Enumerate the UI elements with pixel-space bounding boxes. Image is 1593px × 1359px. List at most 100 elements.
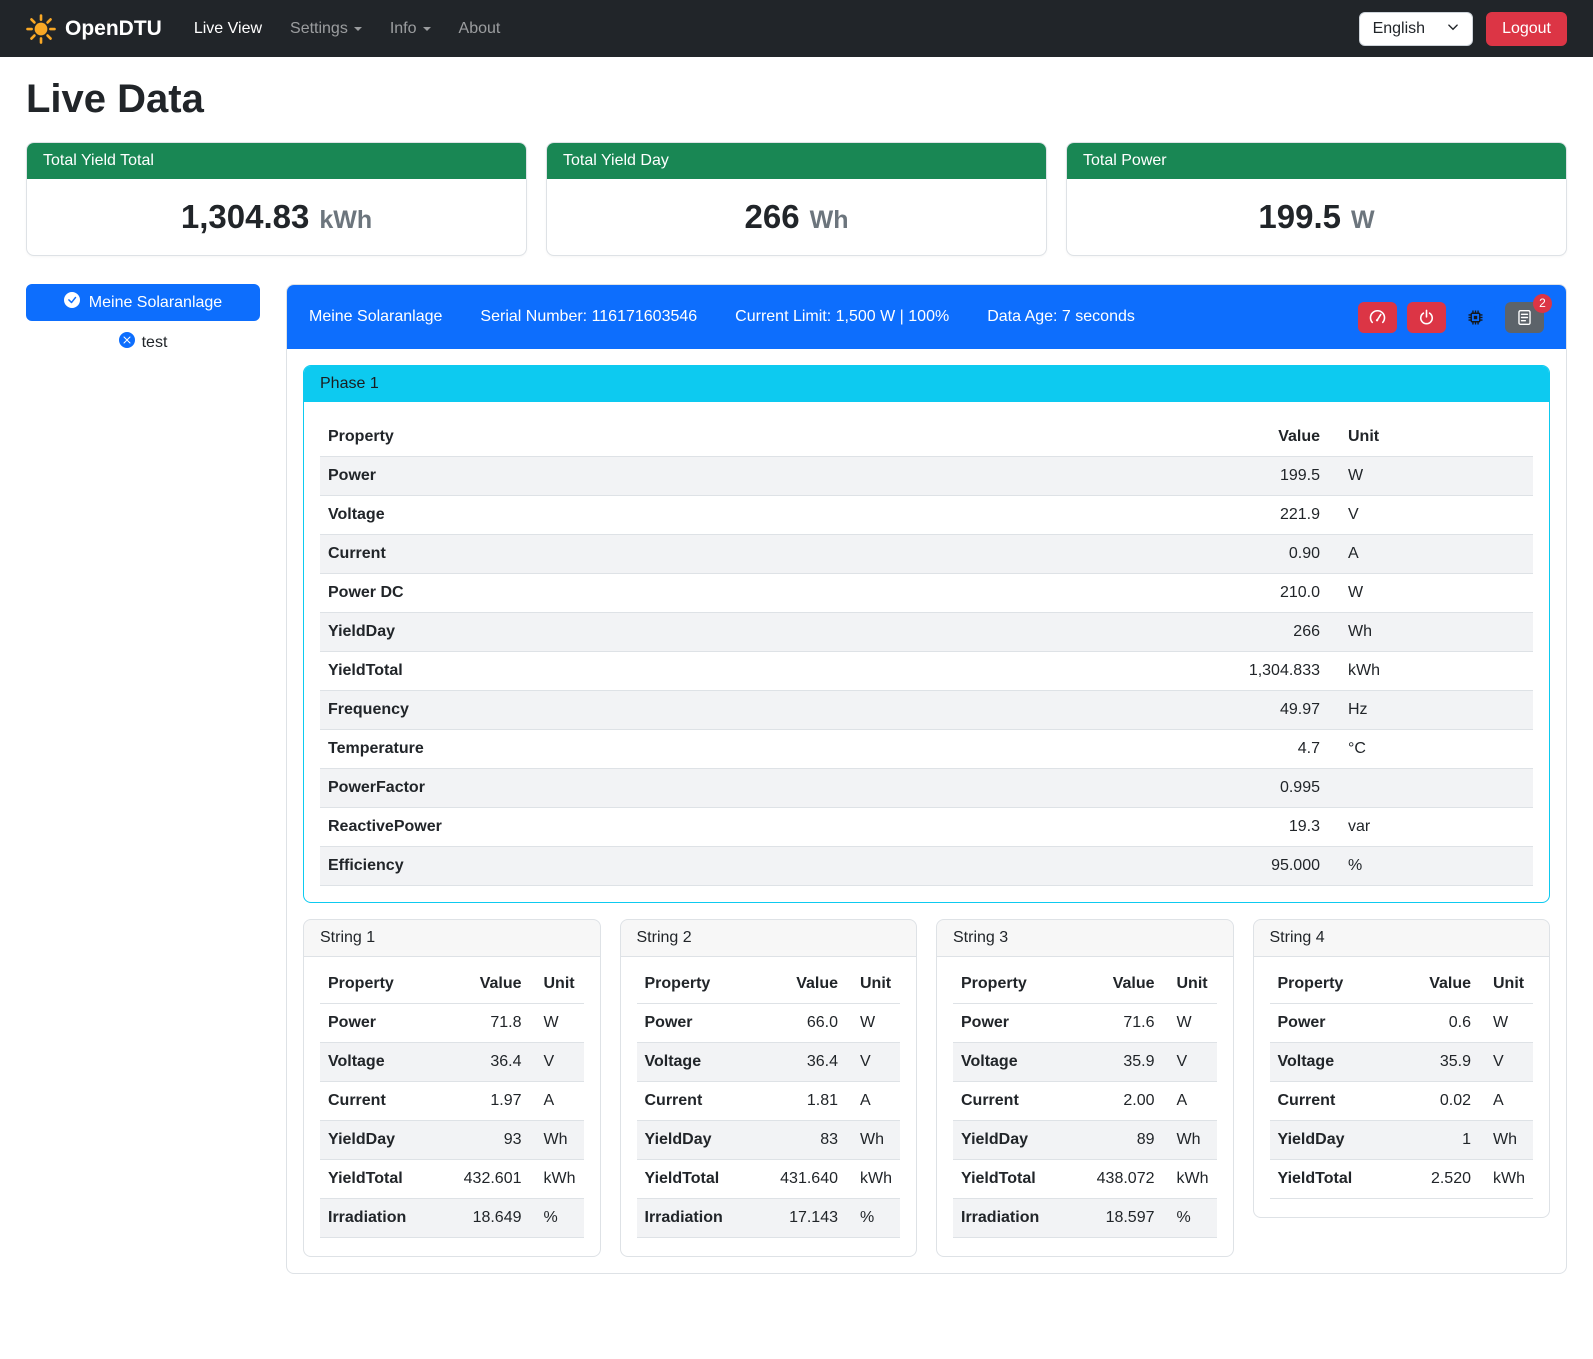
- journal-icon: [1516, 309, 1533, 326]
- cell-unit: Wh: [1163, 1121, 1217, 1160]
- top-navbar: OpenDTU Live View Settings Info About En…: [0, 0, 1593, 57]
- column-header-value: Value: [1089, 965, 1163, 1004]
- event-count-badge: 2: [1533, 294, 1552, 313]
- table-row: Current0.90A: [320, 535, 1533, 574]
- event-log-button[interactable]: 2: [1505, 302, 1544, 333]
- limit-settings-button[interactable]: [1358, 302, 1397, 333]
- power-toggle-button[interactable]: [1407, 302, 1446, 333]
- table-row: YieldTotal1,304.833kWh: [320, 652, 1533, 691]
- inverter-data-age: Data Age: 7 seconds: [987, 308, 1135, 326]
- cell-value: 431.640: [772, 1160, 846, 1199]
- cell-property: Power: [1270, 1004, 1408, 1043]
- cell-unit: W: [1163, 1004, 1217, 1043]
- string-card-body: Property Value Unit Power71.8WVoltage36.…: [304, 957, 600, 1256]
- page-title: Live Data: [26, 77, 1567, 122]
- cell-unit: A: [846, 1082, 900, 1121]
- cpu-icon: [1467, 309, 1484, 326]
- cell-unit: %: [530, 1199, 584, 1238]
- cell-value: 66.0: [772, 1004, 846, 1043]
- cell-property: Current: [637, 1082, 773, 1121]
- inverter-name: Meine Solaranlage: [309, 308, 442, 326]
- table-row: Irradiation17.143%: [637, 1199, 901, 1238]
- string-table-body: Power71.6WVoltage35.9VCurrent2.00AYieldD…: [953, 1004, 1217, 1238]
- cell-property: Current: [320, 535, 1178, 574]
- cell-value: 35.9: [1407, 1043, 1479, 1082]
- cell-unit: W: [530, 1004, 584, 1043]
- table-row: YieldDay89Wh: [953, 1121, 1217, 1160]
- power-icon: [1418, 309, 1435, 326]
- table-row: YieldDay266Wh: [320, 613, 1533, 652]
- summary-card-total-yield-total: Total Yield Total 1,304.83 kWh: [26, 142, 527, 256]
- logout-button[interactable]: Logout: [1486, 12, 1567, 46]
- string-1-card: String 1 Property Value Unit: [303, 919, 601, 1257]
- language-select[interactable]: English: [1359, 12, 1473, 46]
- cell-property: Voltage: [953, 1043, 1089, 1082]
- cell-value: 89: [1089, 1121, 1163, 1160]
- cell-property: Temperature: [320, 730, 1178, 769]
- summary-card-title: Total Yield Day: [547, 143, 1046, 179]
- cell-unit: %: [1163, 1199, 1217, 1238]
- table-row: Current0.02A: [1270, 1082, 1534, 1121]
- summary-card-unit: Wh: [810, 206, 849, 235]
- string-table-body: Power66.0WVoltage36.4VCurrent1.81AYieldD…: [637, 1004, 901, 1238]
- string-3-card: String 3 Property Value Unit: [936, 919, 1234, 1257]
- caret-down-icon: [354, 27, 362, 31]
- nav-item-live-view[interactable]: Live View: [180, 11, 276, 47]
- column-header-value: Value: [772, 965, 846, 1004]
- summary-card-value: 266: [745, 198, 800, 236]
- nav-item-label: Info: [390, 20, 417, 37]
- cell-unit: Wh: [846, 1121, 900, 1160]
- cell-value: 432.601: [456, 1160, 530, 1199]
- speedometer-icon: [1369, 309, 1386, 326]
- string-card-title: String 3: [937, 920, 1233, 957]
- cell-value: 2.00: [1089, 1082, 1163, 1121]
- summary-card-body: 199.5 W: [1067, 179, 1566, 255]
- column-header-property: Property: [953, 965, 1089, 1004]
- string-card-body: Property Value Unit Power71.6WVoltage35.…: [937, 957, 1233, 1256]
- inverter-item-label: test: [142, 334, 168, 352]
- table-header-row: Property Value Unit: [637, 965, 901, 1004]
- string-card-body: Property Value Unit Power66.0WVoltage36.…: [621, 957, 917, 1256]
- strings-row: String 1 Property Value Unit: [303, 919, 1550, 1257]
- cell-value: 221.9: [1178, 496, 1328, 535]
- phase-card-body: Property Value Unit Power199.5WVoltage22…: [304, 402, 1549, 902]
- cell-value: 0.6: [1407, 1004, 1479, 1043]
- inverter-limit: Current Limit: 1,500 W | 100%: [735, 308, 949, 326]
- cell-value: 4.7: [1178, 730, 1328, 769]
- device-info-button[interactable]: [1456, 302, 1495, 333]
- brand[interactable]: OpenDTU: [26, 14, 162, 44]
- cell-value: 49.97: [1178, 691, 1328, 730]
- table-row: YieldDay1Wh: [1270, 1121, 1534, 1160]
- cell-property: Voltage: [637, 1043, 773, 1082]
- table-row: Power66.0W: [637, 1004, 901, 1043]
- cell-unit: A: [530, 1082, 584, 1121]
- table-row: YieldTotal2.520kWh: [1270, 1160, 1534, 1199]
- cell-property: PowerFactor: [320, 769, 1178, 808]
- table-header-row: Property Value Unit: [953, 965, 1217, 1004]
- cell-unit: V: [530, 1043, 584, 1082]
- summary-card-unit: W: [1351, 206, 1375, 235]
- inverter-item-test[interactable]: test: [26, 332, 260, 353]
- nav-item-info[interactable]: Info: [376, 11, 445, 47]
- cell-property: YieldDay: [637, 1121, 773, 1160]
- cell-value: 35.9: [1089, 1043, 1163, 1082]
- nav-item-settings[interactable]: Settings: [276, 11, 376, 47]
- cell-property: Irradiation: [320, 1199, 456, 1238]
- phase-table-body: Power199.5WVoltage221.9VCurrent0.90APowe…: [320, 457, 1533, 886]
- table-row: Voltage35.9V: [1270, 1043, 1534, 1082]
- cell-property: Irradiation: [953, 1199, 1089, 1238]
- cell-unit: A: [1328, 535, 1533, 574]
- inverter-select-button[interactable]: Meine Solaranlage: [26, 284, 260, 321]
- nav-item-about[interactable]: About: [445, 11, 515, 47]
- cell-value: 0.90: [1178, 535, 1328, 574]
- string-table-body: Power71.8WVoltage36.4VCurrent1.97AYieldD…: [320, 1004, 584, 1238]
- inverter-actions: 2: [1358, 302, 1544, 333]
- string-card-title: String 4: [1254, 920, 1550, 957]
- sun-logo-icon: [26, 14, 56, 44]
- summary-cards-row: Total Yield Total 1,304.83 kWh Total Yie…: [26, 142, 1567, 256]
- table-row: Voltage36.4V: [637, 1043, 901, 1082]
- cell-property: Frequency: [320, 691, 1178, 730]
- cell-value: 95.000: [1178, 847, 1328, 886]
- column-header-property: Property: [320, 418, 1178, 457]
- string-2-card: String 2 Property Value Unit: [620, 919, 918, 1257]
